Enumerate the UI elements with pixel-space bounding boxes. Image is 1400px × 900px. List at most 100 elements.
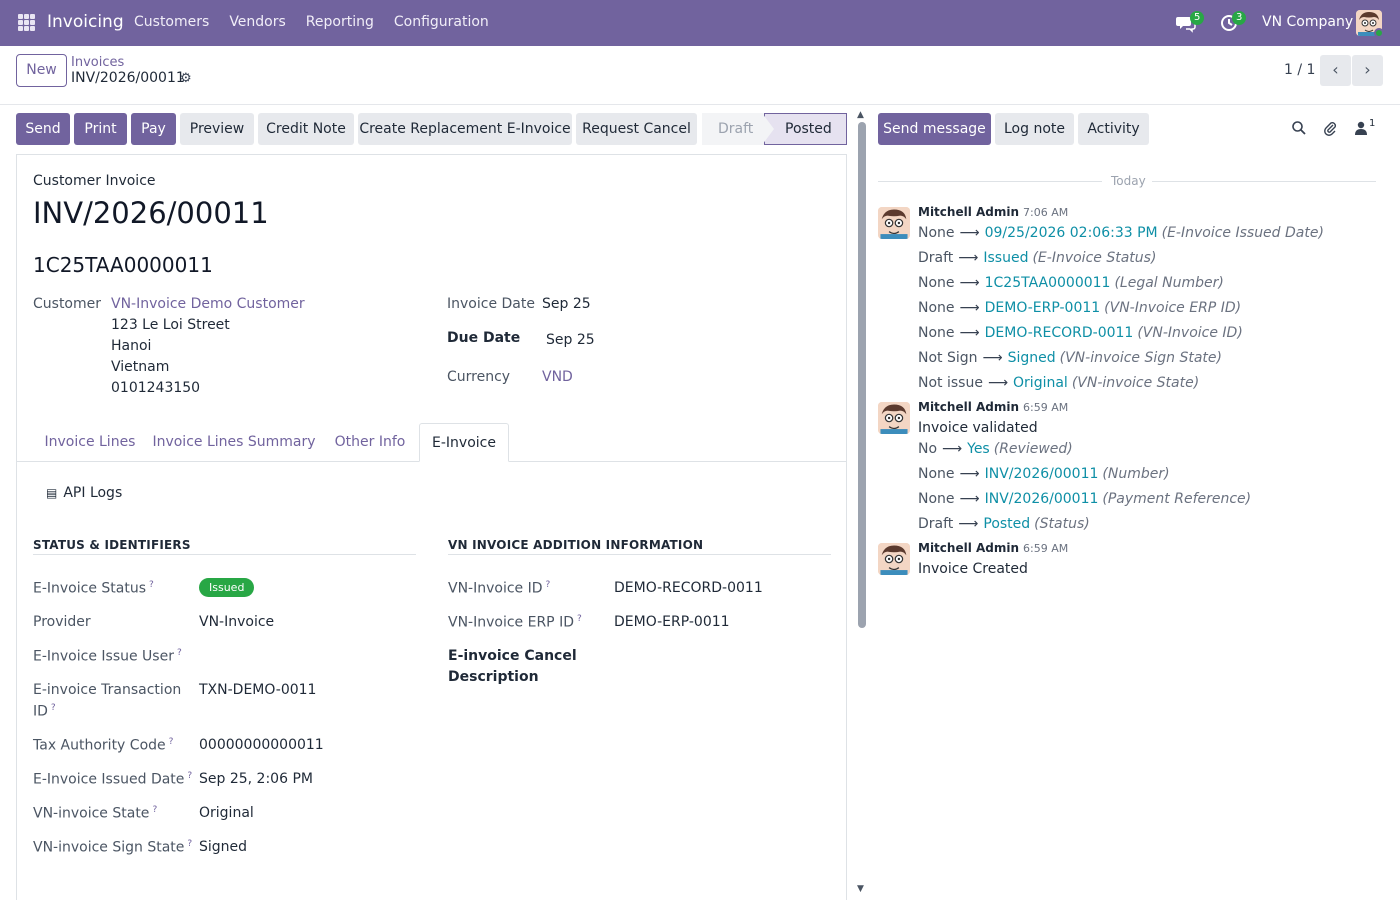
paperclip-icon[interactable] <box>1322 120 1338 140</box>
main-menu: Customers Vendors Reporting Configuratio… <box>134 14 509 30</box>
breadcrumb-invoices[interactable]: Invoices <box>71 55 124 70</box>
field-label-text: ID <box>33 703 48 720</box>
vn-invoice-id-label: VN-Invoice ID? <box>448 580 550 597</box>
section-divider <box>448 554 831 555</box>
api-logs-button[interactable]: ▤ API Logs <box>46 485 122 501</box>
online-status-dot <box>1374 28 1384 38</box>
help-icon[interactable]: ? <box>152 805 157 815</box>
status-identifiers-heading: STATUS & IDENTIFIERS <box>33 538 191 552</box>
scroll-down-arrow[interactable]: ▼ <box>857 884 864 894</box>
tracking-new-value: Issued <box>983 250 1029 266</box>
tracking-new-value: Original <box>1013 375 1068 391</box>
tracking-old-value: Draft <box>918 250 954 266</box>
tracking-line: None ⟶ 09/25/2026 02:06:33 PM (E-Invoice Is… <box>918 225 1324 241</box>
message-avatar[interactable] <box>878 402 910 434</box>
message-time: 7:06 AM <box>1023 206 1069 219</box>
tracking-field-name: (VN-Invoice ERP ID) <box>1104 300 1242 316</box>
vn-invoice-erp-id-label: VN-Invoice ERP ID? <box>448 614 582 631</box>
app-name[interactable]: Invoicing <box>47 12 124 32</box>
company-switcher[interactable]: VN Company <box>1262 14 1353 30</box>
customer-vat: 0101243150 <box>111 380 201 396</box>
customer-city: Hanoi <box>111 338 152 354</box>
author-name[interactable]: Mitchell Admin <box>918 400 1019 414</box>
search-icon[interactable] <box>1291 120 1307 140</box>
tracking-field-name: (VN-invoice State) <box>1071 375 1200 391</box>
help-icon[interactable]: ? <box>149 580 154 590</box>
vn-invoice-erp-id-value: DEMO-ERP-0011 <box>614 614 730 630</box>
credit-note-button[interactable]: Credit Note <box>258 113 354 145</box>
notebook-tabs: Invoice Lines Invoice Lines Summary Othe… <box>17 423 846 462</box>
tracking-field-name: (Reviewed) <box>993 441 1073 457</box>
scrollbar-thumb[interactable] <box>858 122 866 628</box>
status-badge: Issued <box>199 578 255 597</box>
einvoice-status-label: E-Invoice Status? <box>33 580 154 597</box>
message-body: Invoice validated <box>918 420 1038 436</box>
arrow-right-icon: ⟶ <box>987 375 1009 391</box>
menu-reporting[interactable]: Reporting <box>306 14 374 30</box>
currency-field[interactable]: VND <box>542 369 573 385</box>
status-arrow <box>762 113 774 145</box>
help-icon[interactable]: ? <box>546 580 551 590</box>
invoice-type-label: Customer Invoice <box>33 173 156 189</box>
invoice-name: INV/2026/00011 <box>33 196 269 230</box>
scroll-up-arrow[interactable]: ▲ <box>857 110 864 120</box>
help-icon[interactable]: ? <box>187 771 192 781</box>
activities-badge: 3 <box>1232 11 1247 25</box>
tab-invoice-lines-summary[interactable]: Invoice Lines Summary <box>151 423 317 462</box>
vn-invoice-state-value: Original <box>199 805 254 821</box>
help-icon[interactable]: ? <box>177 648 182 658</box>
tracking-line: Not Sign ⟶ Signed (VN-invoice Sign State) <box>918 350 1222 366</box>
tracking-new-value: Posted <box>983 516 1031 532</box>
help-icon[interactable]: ? <box>577 614 582 624</box>
gear-icon[interactable]: ⚙ <box>180 71 192 86</box>
pager-next-button[interactable]: › <box>1352 55 1383 86</box>
tracking-old-value: None <box>918 466 955 482</box>
tracking-new-value: Signed <box>1007 350 1056 366</box>
help-icon[interactable]: ? <box>51 703 56 713</box>
due-date-field[interactable]: Sep 25 <box>546 332 595 348</box>
message-author: Mitchell Admin 6:59 AM <box>918 400 1068 414</box>
message-time: 6:59 AM <box>1023 542 1069 555</box>
message-time: 6:59 AM <box>1023 401 1069 414</box>
tracking-old-value: None <box>918 275 955 291</box>
customer-link[interactable]: VN-Invoice Demo Customer <box>111 296 305 312</box>
message-avatar[interactable] <box>878 207 910 239</box>
pay-button[interactable]: Pay <box>131 113 176 145</box>
print-button[interactable]: Print <box>74 113 127 145</box>
send-message-button[interactable]: Send message <box>878 113 991 145</box>
invoice-date-field[interactable]: Sep 25 <box>542 296 591 312</box>
control-panel-divider <box>0 104 1400 105</box>
send-button[interactable]: Send <box>16 113 70 145</box>
list-icon: ▤ <box>46 486 58 500</box>
author-name[interactable]: Mitchell Admin <box>918 541 1019 555</box>
help-icon[interactable]: ? <box>169 737 174 747</box>
pager-previous-button[interactable]: ‹ <box>1320 55 1351 86</box>
status-posted[interactable]: Posted <box>764 113 847 145</box>
request-cancel-button[interactable]: Request Cancel <box>576 113 697 145</box>
tab-invoice-lines[interactable]: Invoice Lines <box>33 423 147 462</box>
tax-authority-code-label: Tax Authority Code? <box>33 737 173 754</box>
message-avatar[interactable] <box>878 543 910 575</box>
tab-e-invoice[interactable]: E-Invoice <box>419 423 509 462</box>
preview-button[interactable]: Preview <box>180 113 254 145</box>
issued-date-value: Sep 25, 2:06 PM <box>199 771 313 787</box>
help-icon[interactable]: ? <box>187 839 192 849</box>
log-note-button[interactable]: Log note <box>995 113 1074 145</box>
activity-button[interactable]: Activity <box>1078 113 1149 145</box>
date-divider-right <box>1152 181 1376 182</box>
menu-vendors[interactable]: Vendors <box>229 14 285 30</box>
field-label-text: VN-Invoice ID <box>448 580 543 597</box>
menu-configuration[interactable]: Configuration <box>394 14 489 30</box>
apps-menu-icon[interactable] <box>18 14 35 31</box>
pager-value[interactable]: 1 / 1 <box>1284 62 1315 78</box>
author-name[interactable]: Mitchell Admin <box>918 205 1019 219</box>
tracking-new-value: Yes <box>967 441 990 457</box>
tracking-line: No ⟶ Yes (Reviewed) <box>918 441 1073 457</box>
field-label-text: VN-invoice Sign State <box>33 839 185 856</box>
menu-customers[interactable]: Customers <box>134 14 209 30</box>
followers-icon[interactable] <box>1354 120 1368 140</box>
create-replacement-einvoice-button[interactable]: Create Replacement E-Invoice <box>358 113 572 145</box>
tab-other-info[interactable]: Other Info <box>324 423 416 462</box>
new-button[interactable]: New <box>16 54 67 87</box>
followers-count: 1 <box>1369 118 1376 129</box>
